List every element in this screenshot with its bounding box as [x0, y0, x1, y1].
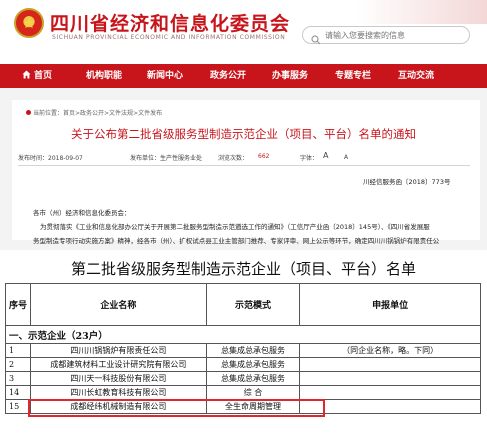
site-title[interactable]: 四川省经济和信息化委员会 [50, 9, 290, 36]
search-box[interactable] [302, 26, 470, 45]
row-name: 四川川锅锅炉有限责任公司 [30, 343, 207, 358]
nav-item-topics[interactable]: 专题专栏 [335, 64, 371, 88]
site-subtitle: SICHUAN PROVINCIAL ECONOMIC AND INFORMAT… [52, 34, 286, 41]
table-group-row: 一、示范企业（23户） [5, 325, 481, 344]
publish-source: 发布单位：生产性服务业处 [130, 155, 203, 162]
home-icon [22, 65, 31, 89]
table-row: 2 成都建筑材料工业设计研究院有限公司 总集成总承包服务 [4, 357, 481, 372]
document-title: 第二批省级服务型制造示范企业（项目、平台）名单 [70, 260, 416, 278]
article-title: 关于公布第二批省级服务型制造示范企业（项目、平台）名单的通知 [71, 127, 416, 141]
row-no: 1 [4, 343, 32, 358]
header-name: 企业名称 [30, 283, 207, 326]
views-label: 浏览次数： [218, 155, 249, 162]
row-mode: 综 合 [205, 385, 301, 400]
nav-item-news[interactable]: 新闻中心 [147, 64, 183, 88]
header-decoration [357, 0, 487, 24]
table-row: 1 四川川锅锅炉有限责任公司 总集成总承包服务 （同企业名称，略。下同） [4, 343, 481, 358]
emblem-icon [14, 8, 44, 38]
body-paragraph-1: 为贯彻落实《工业和信息化部办公厅关于开展第二批服务型制造示范遴选工作的通知》（工… [40, 223, 430, 231]
row-no: 3 [4, 371, 32, 386]
table-row: 3 四川天一科技股份有限公司 总集成总承包服务 [4, 371, 481, 386]
enterprise-table: 序号 企业名称 示范模式 申报单位 一、示范企业（23户） 1 四川川锅锅炉有限… [4, 283, 481, 414]
row-mode: 总集成总承包服务 [205, 343, 301, 358]
row-unit: （同企业名称，略。下同） [299, 343, 481, 358]
breadcrumb: 当前位置：首页>政务公开>文件法规>文件发布 [26, 108, 162, 117]
font-label: 字体： [300, 155, 319, 162]
row-unit [299, 371, 481, 386]
nav-item-services[interactable]: 办事服务 [272, 64, 308, 88]
document-number: 川经信服务函〔2018〕773号 [363, 178, 451, 186]
nav-item-interaction[interactable]: 互动交流 [398, 64, 434, 88]
row-name: 四川长虹教育科技有限公司 [30, 385, 207, 400]
row-name: 四川天一科技股份有限公司 [30, 371, 207, 386]
row-no: 2 [4, 357, 32, 372]
location-icon [26, 110, 31, 115]
row-unit [299, 357, 481, 372]
search-input[interactable] [325, 29, 465, 42]
row-mode: 总集成总承包服务 [205, 357, 301, 372]
article-panel [12, 100, 480, 240]
article-meta: 发布时间：2018-09-07 发布单位：生产性服务业处 浏览次数： 662 字… [18, 151, 470, 165]
highlight-box [28, 399, 325, 417]
row-unit [299, 385, 481, 400]
row-name: 成都建筑材料工业设计研究院有限公司 [30, 357, 207, 372]
row-unit [299, 399, 481, 414]
publish-date: 发布时间：2018-09-07 [18, 155, 83, 162]
table-header-row: 序号 企业名称 示范模式 申报单位 [4, 283, 481, 326]
nav-item-gov-affairs[interactable]: 政务公开 [210, 64, 246, 88]
nav-item-home[interactable]: 首页 [22, 64, 52, 88]
font-increase-button[interactable]: A [323, 151, 328, 160]
body-paragraph-2: 务型制造专项行动实施方案》精神，经各市（州）、扩权试点县工业主管部门推荐、专家评… [33, 237, 440, 245]
font-decrease-button[interactable]: A [344, 154, 348, 161]
table-row: 14 四川长虹教育科技有限公司 综 合 [4, 385, 481, 400]
row-no: 14 [4, 385, 32, 400]
addressee: 各市（州）经济和信息化委员会： [33, 209, 131, 217]
main-nav: 首页 机构职能 新闻中心 政务公开 办事服务 专题专栏 互动交流 [0, 64, 487, 88]
views-count: 662 [258, 153, 270, 160]
row-mode: 总集成总承包服务 [205, 371, 301, 386]
row-no: 15 [4, 399, 32, 414]
search-icon[interactable] [311, 30, 321, 49]
group-label: 一、示范企业（23户） [5, 325, 481, 344]
site-header: 四川省经济和信息化委员会 SICHUAN PROVINCIAL ECONOMIC… [0, 0, 487, 60]
nav-item-functions[interactable]: 机构职能 [86, 64, 122, 88]
nav-label-home: 首页 [34, 71, 53, 81]
meta-divider [18, 165, 470, 166]
header-no: 序号 [4, 283, 32, 326]
breadcrumb-text[interactable]: 当前位置：首页>政务公开>文件法规>文件发布 [33, 110, 162, 117]
header-unit: 申报单位 [299, 283, 481, 326]
header-mode: 示范模式 [205, 283, 301, 326]
